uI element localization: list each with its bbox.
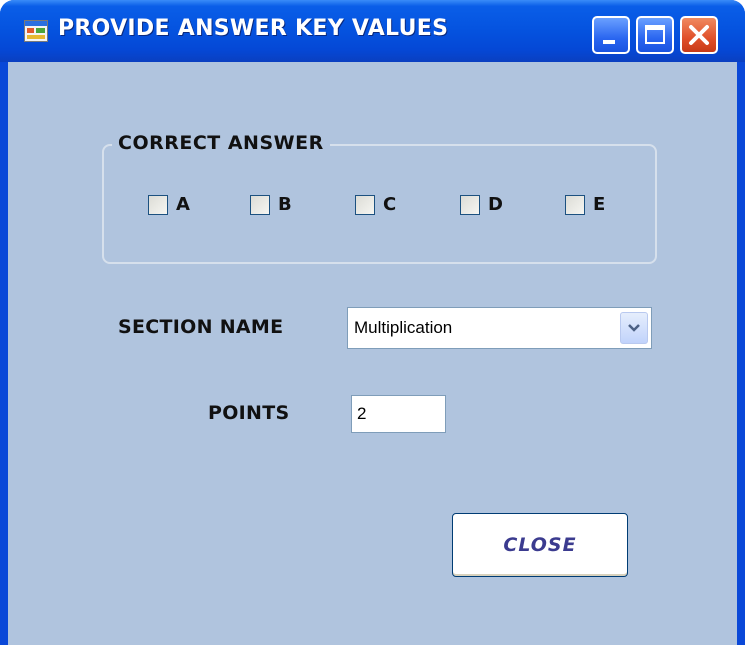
close-button-label: CLOSE [503,534,577,556]
section-name-value: Multiplication [354,318,453,337]
checkbox-box[interactable] [148,194,168,215]
maximize-button[interactable] [636,16,674,54]
maximize-icon [645,25,665,44]
checkbox-box[interactable] [250,194,270,215]
dropdown-button[interactable] [620,312,648,344]
form-body: CORRECT ANSWER A B C D E SECTION NAME Mu… [8,62,737,645]
close-icon [689,25,709,45]
section-name-label: SECTION NAME [118,316,284,338]
correct-answer-legend: CORRECT ANSWER [112,132,330,154]
checkbox-box[interactable] [460,194,480,215]
checkbox-label: E [593,194,606,215]
points-value: 2 [357,404,367,423]
points-label: POINTS [208,402,290,424]
checkbox-box[interactable] [355,194,375,215]
minimize-button[interactable] [592,16,630,54]
window-title: PROVIDE ANSWER KEY VALUES [58,16,449,41]
checkbox-label: A [176,194,190,215]
checkbox-d[interactable]: D [460,194,503,215]
minimize-icon [603,40,615,44]
close-button[interactable]: CLOSE [452,513,628,577]
checkbox-label: B [278,194,292,215]
checkbox-box[interactable] [565,194,585,215]
checkbox-a[interactable]: A [148,194,190,215]
checkbox-label: C [383,194,397,215]
section-name-dropdown[interactable]: Multiplication [347,307,652,349]
checkbox-label: D [488,194,503,215]
window-close-button[interactable] [680,16,718,54]
form-icon[interactable] [24,20,48,42]
title-bar[interactable]: PROVIDE ANSWER KEY VALUES [0,0,745,62]
checkbox-b[interactable]: B [250,194,292,215]
chevron-down-icon [628,324,640,332]
checkbox-e[interactable]: E [565,194,605,215]
checkbox-c[interactable]: C [355,194,396,215]
app-window: PROVIDE ANSWER KEY VALUES CORRECT ANSWER… [0,0,745,645]
points-input[interactable]: 2 [351,395,446,433]
